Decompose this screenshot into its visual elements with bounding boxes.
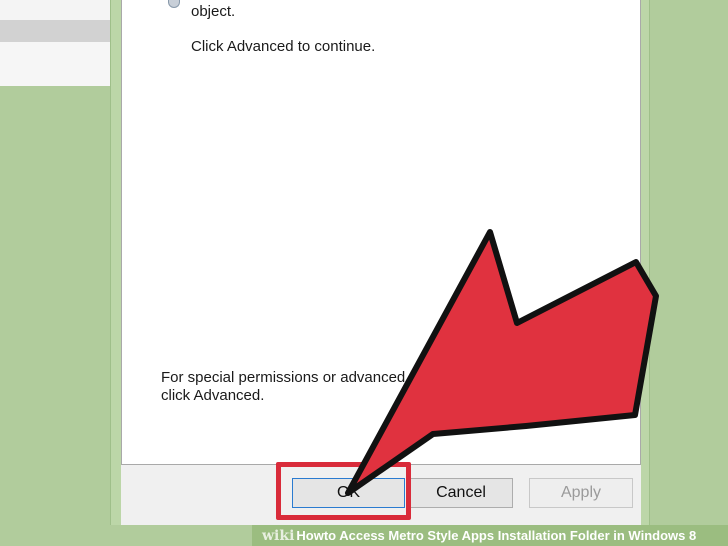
wikihow-logo: wiki bbox=[262, 527, 295, 544]
caption-how: How bbox=[296, 528, 324, 543]
pointer-arrow-icon bbox=[345, 229, 659, 496]
caption-bar: wiki How to Access Metro Style Apps Inst… bbox=[252, 525, 728, 546]
caption-title: to Access Metro Style Apps Installation … bbox=[323, 528, 697, 543]
